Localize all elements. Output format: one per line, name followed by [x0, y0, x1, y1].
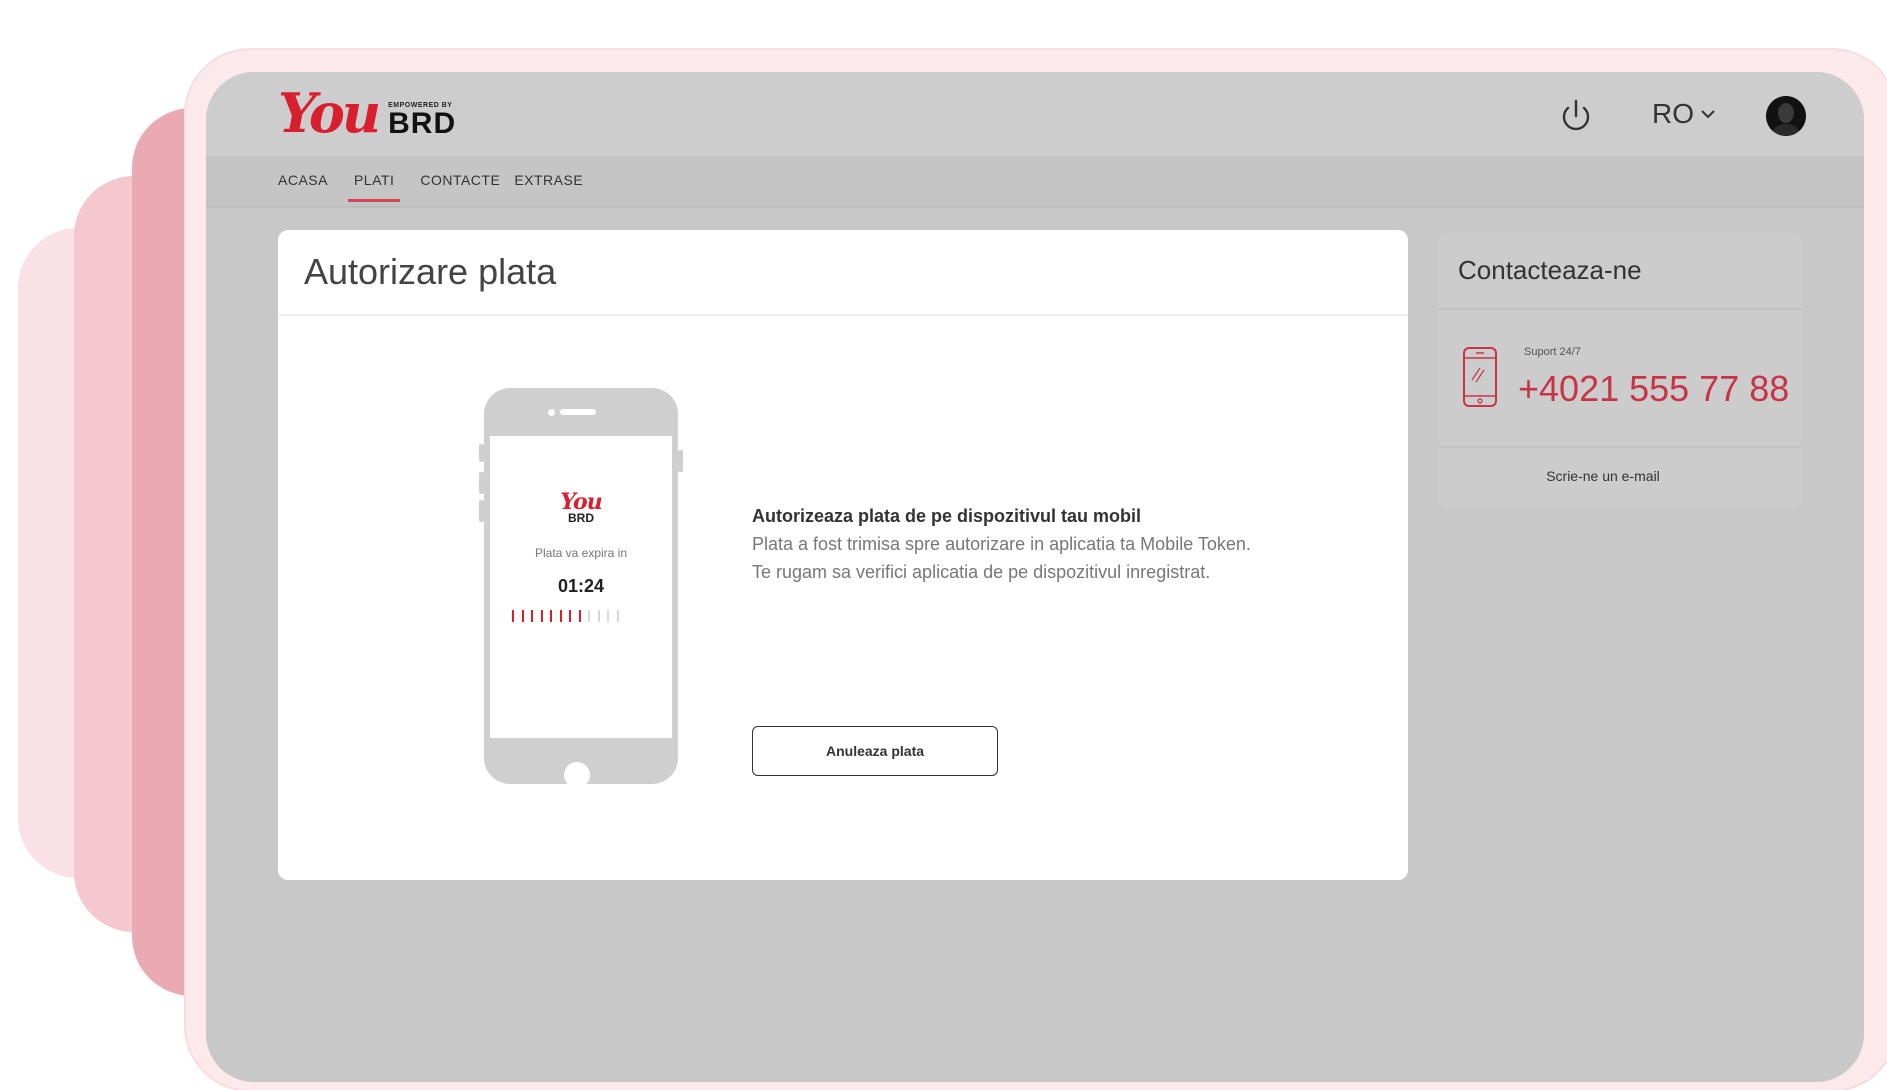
phone-side-button — [479, 472, 484, 494]
logo-brd-block: EMPOWERED BY BRD — [388, 102, 457, 140]
phone-side-button — [479, 500, 484, 522]
top-bar: You EMPOWERED BY BRD RO — [206, 72, 1864, 156]
contact-title: Contacteaza-ne — [1438, 232, 1802, 310]
phone-logo-you: You — [560, 489, 602, 515]
message-title: Autorizeaza plata de pe dispozitivul tau… — [752, 506, 1142, 526]
countdown-tick — [559, 610, 562, 622]
countdown-progress — [512, 610, 626, 622]
support-label: Suport 24/7 — [1524, 346, 1581, 358]
nav-item-acasa[interactable]: ACASA — [278, 172, 328, 202]
nav-item-extrase[interactable]: EXTRASE — [514, 172, 583, 202]
logo-brd-text: BRD — [388, 107, 457, 140]
countdown-timer: 01:24 — [557, 576, 605, 596]
power-icon[interactable] — [1556, 96, 1596, 136]
nav-item-contacte[interactable]: CONTACTE — [420, 172, 500, 202]
countdown-tick — [550, 610, 552, 622]
countdown-tick — [569, 610, 571, 622]
expire-label: Plata va expira in — [534, 546, 628, 560]
user-avatar[interactable] — [1766, 96, 1806, 136]
phone-side-button — [678, 450, 683, 472]
message-body: Plata a fost trimisa spre autorizare in … — [752, 534, 1251, 582]
contact-card: Contacteaza-ne Suport 24/7 +4021 555 77 … — [1438, 232, 1802, 508]
support-phone-number[interactable]: +4021 555 77 88 — [1518, 368, 1789, 410]
divider — [1438, 446, 1802, 448]
logo-you-text: You — [278, 81, 381, 145]
authorization-message: Autorizeaza plata de pe dispozitivul tau… — [752, 502, 1272, 586]
phone-side-button — [479, 444, 484, 462]
countdown-tick — [607, 610, 609, 622]
nav-item-plati[interactable]: PLATI — [347, 172, 401, 202]
countdown-tick — [597, 610, 600, 622]
page-title: Autorizare plata — [278, 230, 1408, 316]
countdown-tick — [540, 610, 543, 622]
countdown-tick — [531, 610, 533, 622]
phone-app-logo: You BRD — [490, 489, 672, 525]
email-us-link[interactable]: Scrie-ne un e-mail — [1438, 468, 1768, 484]
cancel-payment-button[interactable]: Anuleaza plata — [752, 726, 998, 776]
phone-home-button — [564, 762, 590, 788]
countdown-tick — [588, 610, 590, 622]
language-label: RO — [1652, 98, 1694, 129]
phone-camera — [548, 409, 555, 416]
language-selector[interactable]: RO — [1652, 98, 1716, 130]
countdown-tick — [521, 610, 524, 622]
main-nav: ACASA PLATI CONTACTE EXTRASE — [278, 172, 609, 202]
phone-logo-brd: BRD — [568, 511, 594, 525]
countdown-tick — [578, 610, 581, 622]
payment-authorization-card: Autorizare plata You BRD Plata va expira… — [278, 230, 1408, 880]
brand-logo[interactable]: You EMPOWERED BY BRD — [278, 86, 456, 140]
countdown-tick — [512, 610, 514, 622]
phone-speaker — [560, 409, 596, 415]
countdown-tick — [616, 610, 619, 622]
app-screen: You EMPOWERED BY BRD RO ACASA PLATI CONT… — [206, 72, 1864, 1082]
chevron-down-icon — [1701, 110, 1715, 119]
mobile-phone-icon — [1462, 346, 1498, 413]
